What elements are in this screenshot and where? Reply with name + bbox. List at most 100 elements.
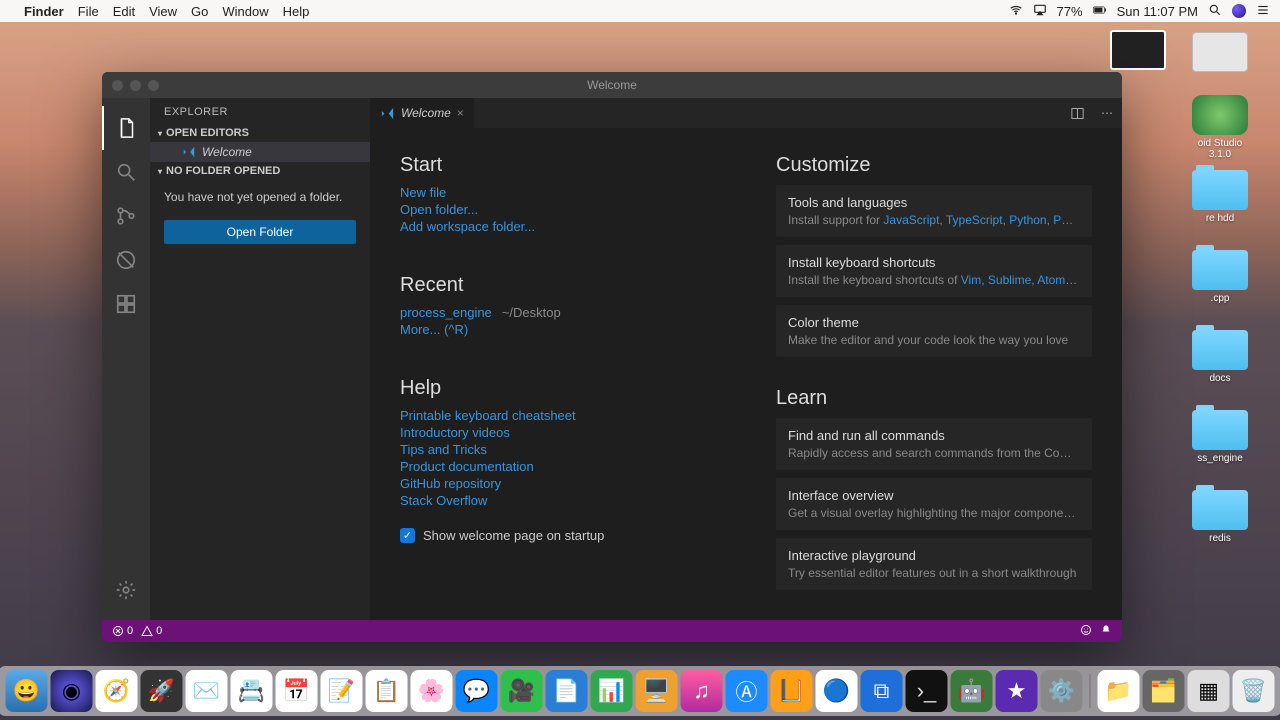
activity-extensions[interactable] [102,282,150,326]
open-editor-item[interactable]: Welcome [150,142,370,162]
dock-terminal[interactable]: ›_ [906,670,948,712]
dock-photos[interactable]: 🌸 [411,670,453,712]
dock-reminders[interactable]: 📋 [366,670,408,712]
show-on-startup[interactable]: ✓ Show welcome page on startup [400,528,716,543]
dock-safari[interactable]: 🧭 [96,670,138,712]
dock-numbers[interactable]: 📊 [591,670,633,712]
window-controls[interactable] [102,80,159,91]
status-errors[interactable]: 0 [112,625,133,637]
open-folder-button[interactable]: Open Folder [164,220,356,244]
keymap-link[interactable]: Vim [961,273,981,287]
help-videos[interactable]: Introductory videos [400,425,510,440]
dock-messages[interactable]: 💬 [456,670,498,712]
card-tools-languages[interactable]: Tools and languages Install support for … [776,185,1092,237]
dock-ibooks[interactable]: 📙 [771,670,813,712]
activity-search[interactable] [102,150,150,194]
close-icon[interactable]: × [457,106,464,120]
card-color-theme[interactable]: Color theme Make the editor and your cod… [776,305,1092,357]
card-playground[interactable]: Interactive playground Try essential edi… [776,538,1092,590]
dock-launchpad[interactable]: 🚀 [141,670,183,712]
tab-welcome[interactable]: Welcome × [370,98,474,128]
dock-contacts[interactable]: 📇 [231,670,273,712]
dock-notes[interactable]: 📝 [321,670,363,712]
minimize-icon[interactable] [130,80,141,91]
link-open-folder[interactable]: Open folder... [400,202,478,217]
battery-icon[interactable] [1093,3,1107,20]
card-commands[interactable]: Find and run all commands Rapidly access… [776,418,1092,470]
status-feedback[interactable] [1080,624,1092,639]
dock-chrome[interactable]: 🔵 [816,670,858,712]
folder-label: redis [1209,533,1231,544]
menu-edit[interactable]: Edit [113,4,135,19]
dock-facetime[interactable]: 🎥 [501,670,543,712]
lang-link[interactable]: PHP [1053,213,1076,227]
wifi-icon[interactable] [1009,3,1023,20]
siri-icon[interactable] [1232,4,1246,18]
help-stackoverflow[interactable]: Stack Overflow [400,493,487,508]
lang-link[interactable]: Python [1009,213,1046,227]
menu-window[interactable]: Window [222,4,268,19]
status-bell[interactable] [1100,624,1112,639]
airplay-icon[interactable] [1033,3,1047,20]
menu-help[interactable]: Help [283,4,310,19]
recent-more[interactable]: More... (^R) [400,322,468,337]
card-shortcuts[interactable]: Install keyboard shortcuts Install the k… [776,245,1092,297]
app-name[interactable]: Finder [24,4,64,19]
desktop-folder-1[interactable]: .cpp [1188,250,1252,304]
dock-mission-control[interactable]: ▦ [1188,670,1230,712]
spotlight-icon[interactable] [1208,3,1222,20]
dock-mail[interactable]: ✉️ [186,670,228,712]
dock-calendar[interactable]: 📅 [276,670,318,712]
help-tips[interactable]: Tips and Tricks [400,442,487,457]
desktop-folder-0[interactable]: re hdd [1188,170,1252,224]
activity-explorer[interactable] [102,106,150,150]
dock-finder[interactable]: 😀 [6,670,48,712]
menu-view[interactable]: View [149,4,177,19]
dock-imovie[interactable]: ★ [996,670,1038,712]
link-new-file[interactable]: New file [400,185,446,200]
help-docs[interactable]: Product documentation [400,459,534,474]
activity-settings[interactable] [102,568,150,612]
menu-go[interactable]: Go [191,4,208,19]
card-overview[interactable]: Interface overview Get a visual overlay … [776,478,1092,530]
desktop-thumbnail[interactable] [1106,30,1170,73]
keymap-link[interactable]: Sublime [988,273,1031,287]
dock-keynote[interactable]: 🖥️ [636,670,678,712]
split-editor-button[interactable] [1062,98,1092,128]
dock-androidstudio[interactable]: 🤖 [951,670,993,712]
menu-file[interactable]: File [78,4,99,19]
help-github[interactable]: GitHub repository [400,476,501,491]
dock-appstore[interactable]: Ⓐ [726,670,768,712]
help-cheatsheet[interactable]: Printable keyboard cheatsheet [400,408,576,423]
dock-siri[interactable]: ◉ [51,670,93,712]
activity-scm[interactable] [102,194,150,238]
dock-pages[interactable]: 📄 [546,670,588,712]
dock-preferences[interactable]: ⚙️ [1041,670,1083,712]
recent-item[interactable]: process_engine [400,305,492,320]
checkbox-checked-icon[interactable]: ✓ [400,528,415,543]
close-icon[interactable] [112,80,123,91]
desktop-android-studio[interactable]: oid Studio 3.1.0 [1188,95,1252,160]
desktop-hdd[interactable] [1188,32,1252,75]
clock[interactable]: Sun 11:07 PM [1117,4,1198,19]
dock-downloads[interactable]: 📁 [1098,670,1140,712]
desktop-folder-2[interactable]: docs [1188,330,1252,384]
more-actions-button[interactable]: ⋯ [1092,98,1122,128]
dock-itunes[interactable]: ♫ [681,670,723,712]
desktop-folder-3[interactable]: ss_engine [1188,410,1252,464]
activity-debug[interactable] [102,238,150,282]
lang-link[interactable]: TypeScript [946,213,1003,227]
dock-stack[interactable]: 🗂️ [1143,670,1185,712]
section-no-folder[interactable]: ▾NO FOLDER OPENED [150,162,370,180]
dock-trash[interactable]: 🗑️ [1233,670,1275,712]
titlebar[interactable]: Welcome [102,72,1122,98]
link-add-workspace[interactable]: Add workspace folder... [400,219,535,234]
desktop-folder-4[interactable]: redis [1188,490,1252,544]
notification-center-icon[interactable] [1256,3,1270,20]
dock-vscode[interactable]: ⧉ [861,670,903,712]
zoom-icon[interactable] [148,80,159,91]
lang-link[interactable]: JavaScript [883,213,939,227]
keymap-link[interactable]: Atom [1037,273,1077,287]
status-warnings[interactable]: 0 [141,625,162,637]
section-open-editors[interactable]: ▾OPEN EDITORS [150,124,370,142]
